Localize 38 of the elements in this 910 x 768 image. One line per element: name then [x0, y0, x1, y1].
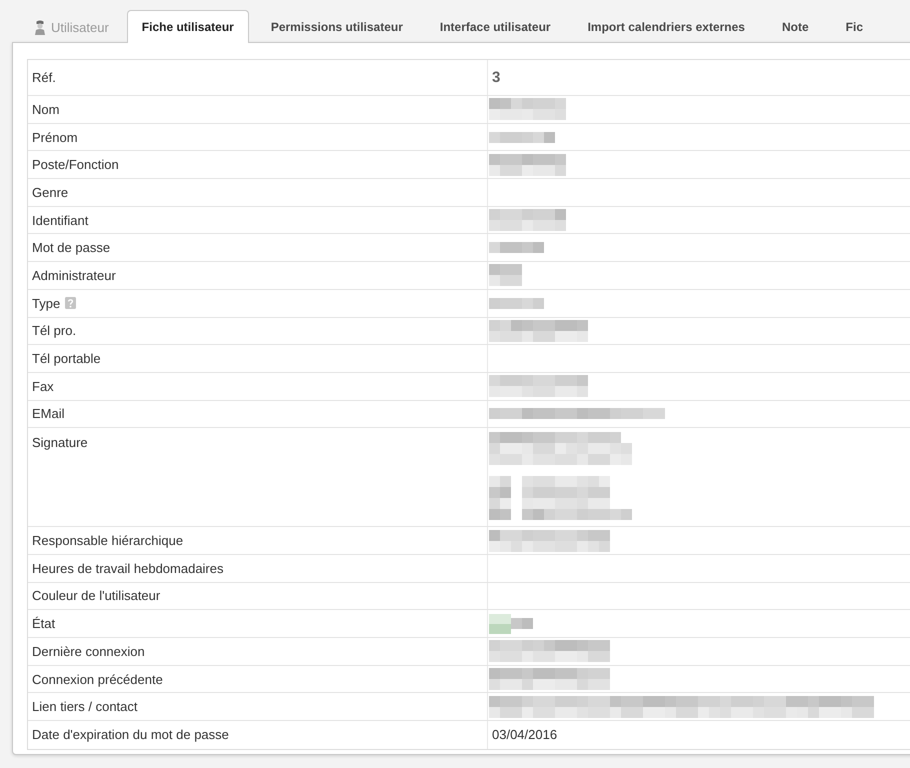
field-label: Fax — [32, 378, 54, 394]
pixelated-text-drawing — [489, 298, 544, 309]
pixelated-text-drawing — [489, 264, 522, 286]
user-icon — [34, 20, 46, 34]
field-label: Connexion précédente — [32, 672, 163, 687]
status-icon — [489, 614, 511, 634]
field-value: 03/04/2016 — [491, 727, 558, 742]
field-label: Type — [32, 296, 60, 311]
field-label: Identifiant — [32, 212, 88, 228]
tab[interactable]: Interface utilisateur — [424, 10, 566, 43]
tab[interactable]: Fic — [830, 10, 878, 43]
tab[interactable]: Permissions utilisateur — [256, 10, 418, 43]
field-label: Genre — [32, 184, 68, 200]
field-label: Prénom — [32, 130, 78, 145]
field-label: Tél pro. — [32, 323, 76, 338]
field-label: Mot de passe — [32, 240, 110, 256]
tab[interactable]: Note — [766, 10, 824, 43]
field-label: Signature — [32, 435, 88, 450]
field-label: EMail — [32, 406, 65, 422]
field-label: Administrateur — [32, 268, 116, 283]
field-label: Dernière connexion — [32, 644, 145, 659]
tab[interactable]: Fiche utilisateur — [126, 10, 249, 43]
field-label: Couleur de l'utilisateur — [32, 588, 160, 604]
help-icon[interactable] — [65, 297, 76, 310]
field-label: Heures de travail hebdomadaires — [32, 560, 224, 576]
pixelated-text-drawing — [489, 132, 555, 143]
field-label: Responsable hiérarchique — [32, 533, 184, 548]
field-value: 3 — [491, 69, 500, 86]
field-label: Lien tiers / contact — [32, 699, 138, 714]
tab[interactable]: Import calendriers externes — [572, 10, 760, 43]
field-label: Nom — [32, 102, 60, 117]
field-label: Date d'expiration du mot de passe — [32, 727, 229, 742]
field-label: Tél portable — [32, 351, 101, 366]
pixelated-text-drawing — [489, 242, 544, 254]
field-label: État — [32, 616, 56, 632]
pixelated-text-drawing — [511, 618, 533, 630]
field-label: Réf. — [32, 70, 56, 85]
field-label: Poste/Fonction — [32, 157, 119, 172]
